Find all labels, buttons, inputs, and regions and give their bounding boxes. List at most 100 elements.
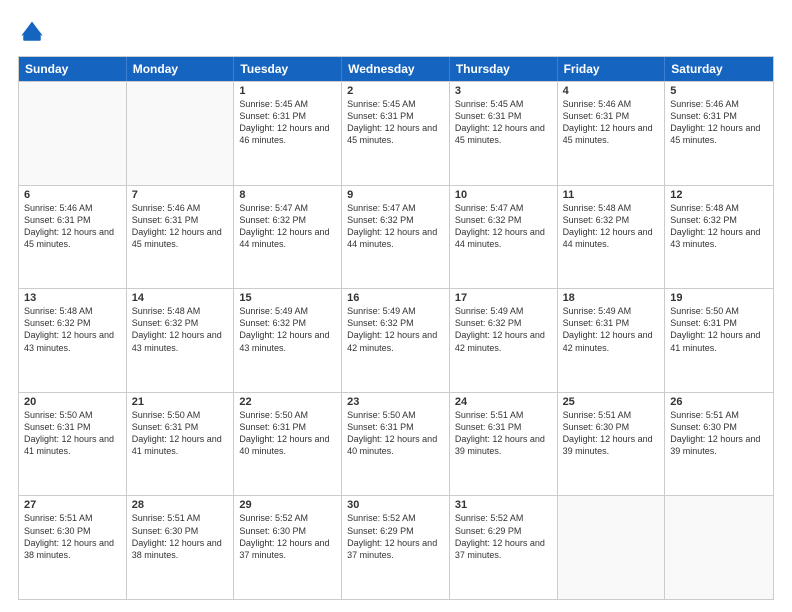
cell-sun-info: Sunrise: 5:50 AMSunset: 6:31 PMDaylight:… xyxy=(347,409,444,458)
day-number: 12 xyxy=(670,189,768,201)
day-number: 30 xyxy=(347,499,444,511)
calendar-cell-day-11: 11Sunrise: 5:48 AMSunset: 6:32 PMDayligh… xyxy=(558,186,666,289)
cell-sun-info: Sunrise: 5:51 AMSunset: 6:30 PMDaylight:… xyxy=(563,409,660,458)
cell-sun-info: Sunrise: 5:49 AMSunset: 6:32 PMDaylight:… xyxy=(455,305,552,354)
calendar-cell-day-4: 4Sunrise: 5:46 AMSunset: 6:31 PMDaylight… xyxy=(558,82,666,185)
day-number: 31 xyxy=(455,499,552,511)
calendar-header-tuesday: Tuesday xyxy=(234,57,342,81)
calendar-cell-day-31: 31Sunrise: 5:52 AMSunset: 6:29 PMDayligh… xyxy=(450,496,558,599)
cell-sun-info: Sunrise: 5:52 AMSunset: 6:29 PMDaylight:… xyxy=(455,512,552,561)
calendar-cell-day-18: 18Sunrise: 5:49 AMSunset: 6:31 PMDayligh… xyxy=(558,289,666,392)
day-number: 21 xyxy=(132,396,229,408)
cell-sun-info: Sunrise: 5:51 AMSunset: 6:30 PMDaylight:… xyxy=(132,512,229,561)
day-number: 16 xyxy=(347,292,444,304)
calendar-cell-day-7: 7Sunrise: 5:46 AMSunset: 6:31 PMDaylight… xyxy=(127,186,235,289)
cell-sun-info: Sunrise: 5:52 AMSunset: 6:30 PMDaylight:… xyxy=(239,512,336,561)
cell-sun-info: Sunrise: 5:48 AMSunset: 6:32 PMDaylight:… xyxy=(563,202,660,251)
calendar-cell-day-21: 21Sunrise: 5:50 AMSunset: 6:31 PMDayligh… xyxy=(127,393,235,496)
day-number: 20 xyxy=(24,396,121,408)
calendar-cell-day-26: 26Sunrise: 5:51 AMSunset: 6:30 PMDayligh… xyxy=(665,393,773,496)
day-number: 15 xyxy=(239,292,336,304)
day-number: 28 xyxy=(132,499,229,511)
day-number: 3 xyxy=(455,85,552,97)
calendar-cell-day-3: 3Sunrise: 5:45 AMSunset: 6:31 PMDaylight… xyxy=(450,82,558,185)
calendar-week-5: 27Sunrise: 5:51 AMSunset: 6:30 PMDayligh… xyxy=(19,495,773,599)
cell-sun-info: Sunrise: 5:50 AMSunset: 6:31 PMDaylight:… xyxy=(239,409,336,458)
cell-sun-info: Sunrise: 5:50 AMSunset: 6:31 PMDaylight:… xyxy=(24,409,121,458)
day-number: 5 xyxy=(670,85,768,97)
calendar-cell-empty xyxy=(558,496,666,599)
calendar-cell-day-15: 15Sunrise: 5:49 AMSunset: 6:32 PMDayligh… xyxy=(234,289,342,392)
calendar-cell-day-23: 23Sunrise: 5:50 AMSunset: 6:31 PMDayligh… xyxy=(342,393,450,496)
cell-sun-info: Sunrise: 5:46 AMSunset: 6:31 PMDaylight:… xyxy=(132,202,229,251)
calendar-cell-day-29: 29Sunrise: 5:52 AMSunset: 6:30 PMDayligh… xyxy=(234,496,342,599)
day-number: 14 xyxy=(132,292,229,304)
logo-icon xyxy=(18,18,46,46)
calendar-cell-day-19: 19Sunrise: 5:50 AMSunset: 6:31 PMDayligh… xyxy=(665,289,773,392)
day-number: 27 xyxy=(24,499,121,511)
calendar-header-monday: Monday xyxy=(127,57,235,81)
calendar-week-2: 6Sunrise: 5:46 AMSunset: 6:31 PMDaylight… xyxy=(19,185,773,289)
day-number: 8 xyxy=(239,189,336,201)
cell-sun-info: Sunrise: 5:47 AMSunset: 6:32 PMDaylight:… xyxy=(347,202,444,251)
day-number: 7 xyxy=(132,189,229,201)
calendar-cell-day-16: 16Sunrise: 5:49 AMSunset: 6:32 PMDayligh… xyxy=(342,289,450,392)
calendar-cell-day-25: 25Sunrise: 5:51 AMSunset: 6:30 PMDayligh… xyxy=(558,393,666,496)
calendar-cell-day-30: 30Sunrise: 5:52 AMSunset: 6:29 PMDayligh… xyxy=(342,496,450,599)
calendar-cell-day-5: 5Sunrise: 5:46 AMSunset: 6:31 PMDaylight… xyxy=(665,82,773,185)
calendar-header-row: SundayMondayTuesdayWednesdayThursdayFrid… xyxy=(19,57,773,81)
cell-sun-info: Sunrise: 5:45 AMSunset: 6:31 PMDaylight:… xyxy=(455,98,552,147)
calendar-week-1: 1Sunrise: 5:45 AMSunset: 6:31 PMDaylight… xyxy=(19,81,773,185)
cell-sun-info: Sunrise: 5:50 AMSunset: 6:31 PMDaylight:… xyxy=(670,305,768,354)
day-number: 2 xyxy=(347,85,444,97)
cell-sun-info: Sunrise: 5:49 AMSunset: 6:31 PMDaylight:… xyxy=(563,305,660,354)
calendar: SundayMondayTuesdayWednesdayThursdayFrid… xyxy=(18,56,774,600)
header xyxy=(18,18,774,46)
calendar-cell-day-27: 27Sunrise: 5:51 AMSunset: 6:30 PMDayligh… xyxy=(19,496,127,599)
calendar-cell-day-10: 10Sunrise: 5:47 AMSunset: 6:32 PMDayligh… xyxy=(450,186,558,289)
calendar-header-friday: Friday xyxy=(558,57,666,81)
calendar-cell-day-28: 28Sunrise: 5:51 AMSunset: 6:30 PMDayligh… xyxy=(127,496,235,599)
calendar-cell-empty xyxy=(665,496,773,599)
calendar-cell-day-13: 13Sunrise: 5:48 AMSunset: 6:32 PMDayligh… xyxy=(19,289,127,392)
cell-sun-info: Sunrise: 5:51 AMSunset: 6:30 PMDaylight:… xyxy=(24,512,121,561)
page: SundayMondayTuesdayWednesdayThursdayFrid… xyxy=(0,0,792,612)
calendar-week-4: 20Sunrise: 5:50 AMSunset: 6:31 PMDayligh… xyxy=(19,392,773,496)
calendar-cell-day-9: 9Sunrise: 5:47 AMSunset: 6:32 PMDaylight… xyxy=(342,186,450,289)
calendar-cell-empty xyxy=(19,82,127,185)
day-number: 26 xyxy=(670,396,768,408)
cell-sun-info: Sunrise: 5:45 AMSunset: 6:31 PMDaylight:… xyxy=(347,98,444,147)
cell-sun-info: Sunrise: 5:49 AMSunset: 6:32 PMDaylight:… xyxy=(347,305,444,354)
cell-sun-info: Sunrise: 5:45 AMSunset: 6:31 PMDaylight:… xyxy=(239,98,336,147)
day-number: 29 xyxy=(239,499,336,511)
logo xyxy=(18,18,50,46)
calendar-cell-day-12: 12Sunrise: 5:48 AMSunset: 6:32 PMDayligh… xyxy=(665,186,773,289)
calendar-body: 1Sunrise: 5:45 AMSunset: 6:31 PMDaylight… xyxy=(19,81,773,599)
calendar-cell-day-6: 6Sunrise: 5:46 AMSunset: 6:31 PMDaylight… xyxy=(19,186,127,289)
day-number: 24 xyxy=(455,396,552,408)
day-number: 6 xyxy=(24,189,121,201)
calendar-header-wednesday: Wednesday xyxy=(342,57,450,81)
cell-sun-info: Sunrise: 5:49 AMSunset: 6:32 PMDaylight:… xyxy=(239,305,336,354)
day-number: 10 xyxy=(455,189,552,201)
day-number: 4 xyxy=(563,85,660,97)
day-number: 18 xyxy=(563,292,660,304)
calendar-header-sunday: Sunday xyxy=(19,57,127,81)
cell-sun-info: Sunrise: 5:48 AMSunset: 6:32 PMDaylight:… xyxy=(132,305,229,354)
day-number: 23 xyxy=(347,396,444,408)
day-number: 22 xyxy=(239,396,336,408)
day-number: 17 xyxy=(455,292,552,304)
cell-sun-info: Sunrise: 5:47 AMSunset: 6:32 PMDaylight:… xyxy=(239,202,336,251)
day-number: 11 xyxy=(563,189,660,201)
cell-sun-info: Sunrise: 5:48 AMSunset: 6:32 PMDaylight:… xyxy=(24,305,121,354)
cell-sun-info: Sunrise: 5:46 AMSunset: 6:31 PMDaylight:… xyxy=(670,98,768,147)
calendar-cell-day-8: 8Sunrise: 5:47 AMSunset: 6:32 PMDaylight… xyxy=(234,186,342,289)
cell-sun-info: Sunrise: 5:46 AMSunset: 6:31 PMDaylight:… xyxy=(24,202,121,251)
calendar-cell-day-20: 20Sunrise: 5:50 AMSunset: 6:31 PMDayligh… xyxy=(19,393,127,496)
cell-sun-info: Sunrise: 5:51 AMSunset: 6:31 PMDaylight:… xyxy=(455,409,552,458)
cell-sun-info: Sunrise: 5:52 AMSunset: 6:29 PMDaylight:… xyxy=(347,512,444,561)
cell-sun-info: Sunrise: 5:47 AMSunset: 6:32 PMDaylight:… xyxy=(455,202,552,251)
calendar-cell-day-17: 17Sunrise: 5:49 AMSunset: 6:32 PMDayligh… xyxy=(450,289,558,392)
day-number: 1 xyxy=(239,85,336,97)
calendar-week-3: 13Sunrise: 5:48 AMSunset: 6:32 PMDayligh… xyxy=(19,288,773,392)
